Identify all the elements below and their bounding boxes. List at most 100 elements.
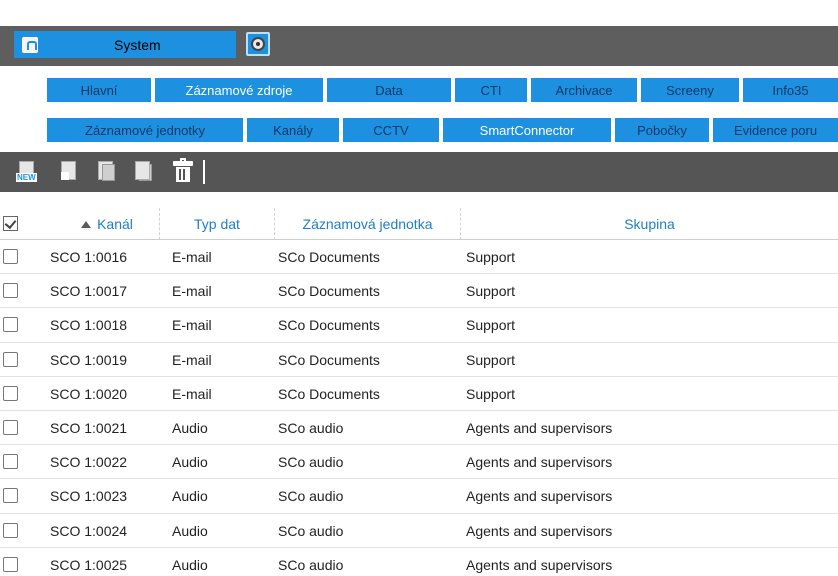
tab-screeny[interactable]: Screeny [641,78,739,102]
cell-kanal: SCO 1:0019 [50,351,128,368]
lock-icon [22,36,38,53]
cell-zaznamova-jednotka: SCo Documents [278,283,380,300]
tab-hlavni[interactable]: Hlavní [47,78,151,102]
toolbar: NEW [0,152,838,192]
table-row[interactable]: SCO 1:0019 E-mail SCo Documents Support [0,343,838,377]
cell-skupina: Agents and supervisors [466,488,613,505]
row-checkbox[interactable] [3,351,18,367]
channels-table: Kanál Typ dat Záznamová jednotka Skupina… [0,208,838,576]
cell-kanal: SCO 1:0018 [50,317,128,334]
app-header: System [0,26,838,66]
tab-info35[interactable]: Info35 [743,78,838,102]
tab-kanaly[interactable]: Kanály [247,118,339,142]
cell-skupina: Support [466,351,516,368]
cell-kanal: SCO 1:0017 [50,283,128,300]
tab-zaznamove-zdroje[interactable]: Záznamové zdroje [155,78,323,102]
cell-skupina: Agents and supervisors [466,419,613,436]
cell-skupina: Support [466,385,516,402]
tab-evidence-poruch[interactable]: Evidence poru [713,118,838,142]
row-checkbox[interactable] [3,385,18,401]
cell-zaznamova-jednotka: SCo audio [278,454,344,471]
trash-icon [176,167,190,182]
sort-ascending-icon [81,220,92,228]
cell-typ-dat: Audio [172,488,208,505]
cell-skupina: Support [466,283,516,300]
cell-typ-dat: Audio [172,454,208,471]
copy-document-button[interactable] [95,160,117,184]
table-row[interactable]: SCO 1:0025 Audio SCo audio Agents and super… [0,548,838,576]
cell-typ-dat: Audio [172,419,208,436]
cell-kanal: SCO 1:0024 [50,522,128,539]
column-header-typ-dat-label: Typ dat [194,216,240,232]
table-row[interactable]: SCO 1:0024 Audio SCo audio Agents and super… [0,514,838,548]
column-header-skupina[interactable]: Skupina [461,208,838,240]
cell-typ-dat: E-mail [172,249,212,265]
cell-kanal: SCO 1:0020 [50,385,128,402]
column-header-skupina-label: Skupina [624,216,675,232]
tab-zaznamove-jednotky[interactable]: Záznamové jednotky [47,118,243,142]
delete-button[interactable] [173,158,193,183]
row-checkbox[interactable] [3,556,18,572]
cell-typ-dat: E-mail [172,283,212,300]
row-checkbox[interactable] [3,317,18,333]
cell-kanal: SCO 1:0016 [50,249,128,265]
row-checkbox[interactable] [3,283,18,299]
copy-icon-back [102,164,115,181]
cell-kanal: SCO 1:0023 [50,488,128,505]
table-row[interactable]: SCO 1:0022 Audio SCo audio Agents and super… [0,445,838,480]
cell-skupina: Agents and supervisors [466,522,613,539]
column-header-kanal[interactable]: Kanál [55,208,160,240]
duplicate-icon [135,161,150,180]
tab-smartconnector[interactable]: SmartConnector [443,118,611,142]
cell-kanal: SCO 1:0021 [50,419,128,436]
toolbar-divider [203,160,205,184]
cell-typ-dat: Audio [172,556,208,573]
cell-skupina: Support [466,317,516,334]
tab-cti[interactable]: CTI [455,78,527,102]
column-header-zaznamova-jednotka-label: Záznamová jednotka [302,216,433,232]
cell-kanal: SCO 1:0025 [50,556,128,573]
new-document-button[interactable]: NEW [16,160,38,184]
new-badge: NEW [16,173,37,182]
column-header-typ-dat[interactable]: Typ dat [160,208,275,240]
cell-typ-dat: E-mail [172,351,212,368]
select-all-checkbox[interactable] [3,216,18,231]
cell-typ-dat: Audio [172,522,208,539]
tab-pobocky[interactable]: Pobočky [615,118,709,142]
edit-document-button[interactable] [58,160,80,184]
main-tab-bar: Hlavní Záznamové zdroje Data CTI Archiva… [0,70,838,108]
cell-zaznamova-jednotka: SCo Documents [278,249,380,265]
cell-zaznamova-jednotka: SCo Documents [278,351,380,368]
column-header-zaznamova-jednotka[interactable]: Záznamová jednotka [275,208,461,240]
system-button[interactable]: System [14,31,236,58]
cell-typ-dat: E-mail [172,385,212,402]
table-row[interactable]: SCO 1:0020 E-mail SCo Documents Support [0,377,838,411]
sub-tab-bar: Záznamové jednotky Kanály CCTV SmartConn… [0,110,838,148]
table-body: SCO 1:0016 E-mail SCo Documents Support SCO … [0,240,838,576]
row-checkbox[interactable] [3,249,18,264]
check-icon [59,172,69,182]
tab-archivace[interactable]: Archivace [531,78,637,102]
table-row[interactable]: SCO 1:0016 E-mail SCo Documents Support [0,240,838,275]
row-checkbox[interactable] [3,522,18,538]
table-row[interactable]: SCO 1:0023 Audio SCo audio Agents and super… [0,479,838,514]
system-button-label: System [114,37,161,53]
row-checkbox[interactable] [3,454,18,470]
cell-zaznamova-jednotka: SCo audio [278,556,344,573]
cell-skupina: Agents and supervisors [466,454,613,471]
disk-button[interactable] [246,32,270,56]
cell-zaznamova-jednotka: SCo Documents [278,385,380,402]
tab-cctv[interactable]: CCTV [343,118,439,142]
cell-kanal: SCO 1:0022 [50,454,128,471]
cell-skupina: Agents and supervisors [466,556,613,573]
cell-skupina: Support [466,249,516,265]
table-row[interactable]: SCO 1:0018 E-mail SCo Documents Support [0,308,838,343]
table-row[interactable]: SCO 1:0021 Audio SCo audio Agents and super… [0,411,838,446]
row-checkbox[interactable] [3,488,18,504]
column-header-kanal-label: Kanál [97,216,133,232]
tab-data[interactable]: Data [327,78,451,102]
trash-icon-lid [173,161,193,166]
row-checkbox[interactable] [3,419,18,435]
duplicate-document-button[interactable] [132,160,154,184]
table-row[interactable]: SCO 1:0017 E-mail SCo Documents Support [0,274,838,309]
